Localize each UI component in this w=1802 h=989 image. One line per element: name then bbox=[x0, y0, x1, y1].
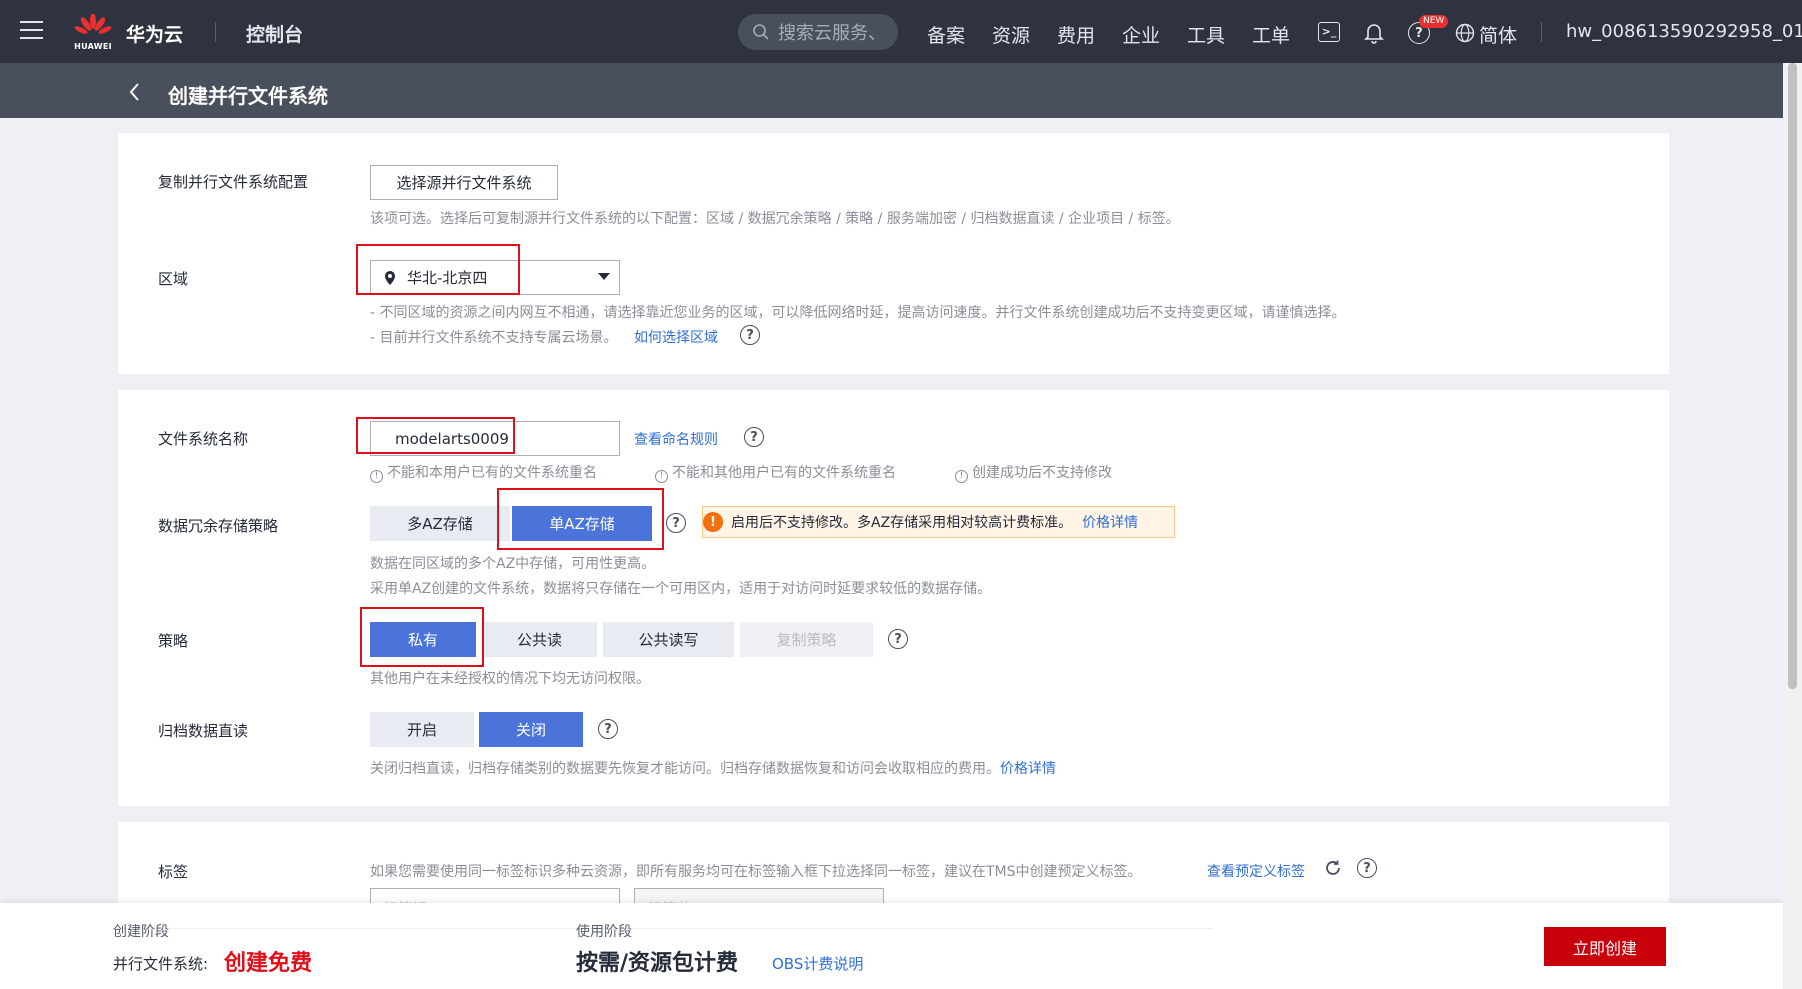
language-switch[interactable]: 简体 bbox=[1479, 21, 1517, 48]
name-tip-same-user: ! 不能和本用户已有的文件系统重名 bbox=[370, 462, 597, 483]
info-icon: ! bbox=[655, 470, 668, 483]
redundancy-label: 数据冗余存储策略 bbox=[158, 517, 279, 535]
copy-config-hint: 该项可选。选择后可复制源并行文件系统的以下配置：区域 / 数据冗余策略 / 策略… bbox=[370, 211, 1180, 227]
divider bbox=[1541, 22, 1542, 42]
search-icon bbox=[753, 24, 769, 40]
console-link[interactable]: 控制台 bbox=[246, 20, 303, 47]
tag-hint: 如果您需要使用同一标签标识多种云资源，即所有服务均可在标签输入框下拉选择同一标签… bbox=[370, 864, 1142, 880]
policy-copy: 复制策略 bbox=[740, 622, 873, 657]
highlight-box-single-az bbox=[497, 488, 664, 550]
redundancy-hint-single: 采用单AZ创建的文件系统，数据将只存储在一个可用区内，适用于对访问时延要求较低的… bbox=[370, 581, 992, 597]
how-to-select-region-link[interactable]: 如何选择区域 bbox=[634, 327, 718, 347]
billing-mode-text: 按需/资源包计费 bbox=[576, 951, 739, 976]
huawei-petal-icon bbox=[74, 13, 112, 34]
nav-item-tools[interactable]: 工具 bbox=[1187, 21, 1225, 48]
filesystem-config-card bbox=[118, 390, 1669, 806]
policy-hint: 其他用户在未经授权的情况下均无访问权限。 bbox=[370, 671, 650, 687]
create-now-button[interactable]: 立即创建 bbox=[1544, 927, 1666, 966]
nav-item-billing[interactable]: 费用 bbox=[1057, 21, 1095, 48]
copy-config-label: 复制并行文件系统配置 bbox=[158, 173, 309, 191]
search-box[interactable]: 搜索云服务、 bbox=[738, 14, 898, 50]
archive-label: 归档数据直读 bbox=[158, 722, 249, 740]
basic-config-card bbox=[118, 133, 1669, 374]
use-stage-label: 使用阶段 bbox=[576, 924, 632, 940]
user-account[interactable]: hw_008613590292958_01 bbox=[1566, 21, 1802, 42]
pfs-fee-label: 并行文件系统: bbox=[113, 955, 209, 973]
info-icon: ! bbox=[955, 470, 968, 483]
tag-label: 标签 bbox=[158, 863, 189, 881]
menu-icon[interactable] bbox=[20, 21, 43, 39]
divider bbox=[215, 22, 216, 42]
region-hint-dedicated: - 目前并行文件系统不支持专属云场景。 bbox=[370, 330, 618, 346]
archive-on[interactable]: 开启 bbox=[370, 712, 474, 747]
back-arrow-icon[interactable] bbox=[128, 82, 142, 102]
free-creation-text: 创建免费 bbox=[224, 951, 313, 976]
name-help-icon[interactable]: ? bbox=[744, 427, 764, 447]
region-hint-latency: - 不同区域的资源之间内网互不相通，请选择靠近您业务的区域，可以降低网络时延，提… bbox=[370, 305, 1346, 321]
refresh-icon[interactable] bbox=[1324, 859, 1342, 877]
warning-text: 启用后不支持修改。多AZ存储采用相对较高计费标准。 bbox=[731, 515, 1073, 531]
tag-help-icon[interactable]: ? bbox=[1357, 858, 1377, 878]
footer-divider bbox=[113, 928, 1213, 929]
select-source-pfs-button[interactable]: 选择源并行文件系统 bbox=[370, 165, 558, 200]
highlight-box-region bbox=[356, 244, 520, 295]
region-help-icon[interactable]: ? bbox=[740, 325, 760, 345]
terminal-icon[interactable]: >_ bbox=[1318, 22, 1340, 42]
redundancy-help-icon[interactable]: ? bbox=[666, 513, 686, 533]
highlight-box-name bbox=[356, 417, 515, 454]
huawei-logo-text: HUAWEI bbox=[74, 42, 112, 51]
redundancy-warning-banner: ! 启用后不支持修改。多AZ存储采用相对较高计费标准。 价格详情 bbox=[702, 506, 1175, 538]
highlight-box-private bbox=[360, 607, 484, 667]
warning-icon: ! bbox=[703, 512, 723, 532]
create-stage-label: 创建阶段 bbox=[113, 924, 169, 940]
nav-item-filing[interactable]: 备案 bbox=[927, 21, 965, 48]
page-title: 创建并行文件系统 bbox=[168, 84, 328, 108]
policy-help-icon[interactable]: ? bbox=[888, 629, 908, 649]
redundancy-hint-multi: 数据在同区域的多个AZ中存储，可用性更高。 bbox=[370, 556, 656, 572]
bell-icon[interactable] bbox=[1362, 20, 1386, 44]
archive-price-link[interactable]: 价格详情 bbox=[1000, 761, 1056, 777]
redundancy-price-link[interactable]: 价格详情 bbox=[1082, 512, 1138, 532]
huawei-logo[interactable]: HUAWEI bbox=[74, 13, 112, 51]
nav-item-enterprise[interactable]: 企业 bbox=[1122, 21, 1160, 48]
predefined-tags-link[interactable]: 查看预定义标签 bbox=[1207, 861, 1305, 881]
new-badge: NEW bbox=[1419, 15, 1449, 28]
scrollbar-thumb[interactable] bbox=[1788, 63, 1797, 689]
chevron-down-icon[interactable] bbox=[598, 273, 610, 281]
name-tip-immutable: ! 创建成功后不支持修改 bbox=[955, 462, 1112, 483]
archive-help-icon[interactable]: ? bbox=[598, 719, 618, 739]
option-multi-az[interactable]: 多AZ存储 bbox=[370, 506, 510, 541]
policy-public-read[interactable]: 公共读 bbox=[482, 622, 597, 657]
nav-item-tickets[interactable]: 工单 bbox=[1252, 21, 1290, 48]
region-label: 区域 bbox=[158, 270, 189, 288]
info-icon: ! bbox=[370, 470, 383, 483]
obs-billing-link[interactable]: OBS计费说明 bbox=[772, 953, 863, 974]
policy-public-read-write[interactable]: 公共读写 bbox=[603, 622, 734, 657]
globe-icon[interactable] bbox=[1455, 23, 1475, 43]
naming-rules-link[interactable]: 查看命名规则 bbox=[634, 429, 718, 449]
brand-name[interactable]: 华为云 bbox=[126, 20, 183, 47]
archive-hint: 关闭归档直读，归档存储类别的数据要先恢复才能访问。归档存储数据恢复和访问会收取相… bbox=[370, 761, 1056, 777]
fs-name-label: 文件系统名称 bbox=[158, 430, 249, 448]
policy-label: 策略 bbox=[158, 632, 189, 650]
archive-off[interactable]: 关闭 bbox=[479, 712, 583, 747]
nav-item-resources[interactable]: 资源 bbox=[992, 21, 1030, 48]
search-placeholder: 搜索云服务、 bbox=[778, 23, 886, 44]
name-tip-other-user: ! 不能和其他用户已有的文件系统重名 bbox=[655, 462, 896, 483]
